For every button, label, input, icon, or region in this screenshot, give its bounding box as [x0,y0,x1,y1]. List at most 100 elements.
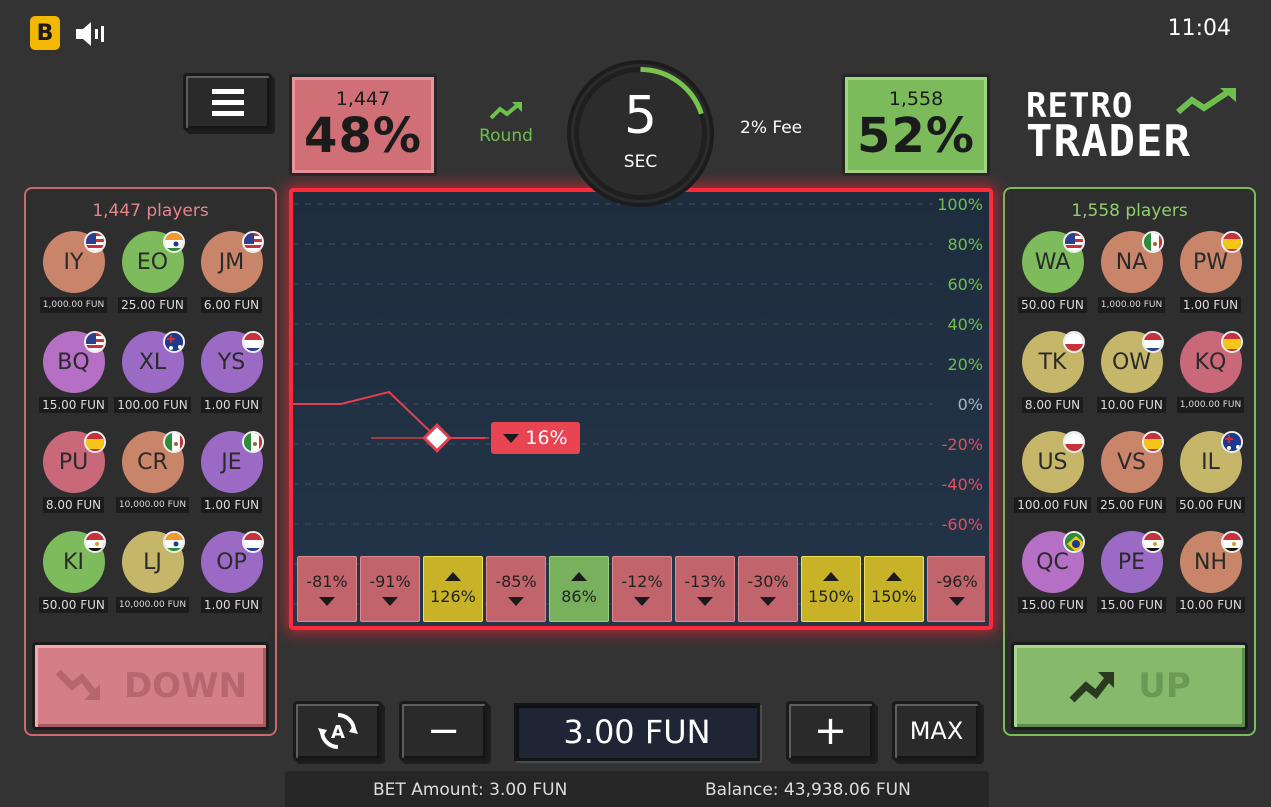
player-bet: 10,000.00 FUN [115,497,190,513]
down-button-label: DOWN [123,666,248,706]
up-button-label: UP [1138,666,1191,706]
round-history: -81% -91% 126% -85% 86% -12% -13% -30% 150% 150% -… [297,556,985,622]
down-players-grid: IY 1,000.00 FUN EO 25.00 FUN JM 6.00 FUN BQ 15.… [34,231,271,631]
history-value: -13% [684,572,726,591]
player-bet: 50.00 FUN [1176,497,1245,513]
player-bet: 15.00 FUN [1018,597,1087,613]
down-player: LJ 10,000.00 FUN [113,531,192,631]
player-bet: 8.00 FUN [1021,397,1084,413]
history-item: 126% [423,556,483,622]
arrow-up-icon [886,572,902,581]
history-value: -96% [936,572,978,591]
player-bet: 1.00 FUN [1179,297,1242,313]
player-bet: 15.00 FUN [39,397,108,413]
country-flag-icon [1142,331,1164,353]
arrow-down-icon [760,597,776,606]
history-value: 126% [430,587,476,606]
arrow-down-icon [634,597,650,606]
country-flag-icon [163,331,185,353]
up-player: PE 15.00 FUN [1092,531,1171,631]
history-item: -96% [927,556,985,622]
country-flag-icon [1142,431,1164,453]
down-player: EO 25.00 FUN [113,231,192,331]
up-player: OW 10.00 FUN [1092,331,1171,431]
footer-bar: BET Amount: 3.00 FUN Balance: 43,938.06 … [285,771,989,807]
trend-down-icon [55,669,100,700]
player-bet: 1,000.00 FUN [1176,397,1245,413]
decrease-bet-button[interactable]: − [399,701,488,761]
round-indicator: Round [470,100,542,146]
player-bet: 100.00 FUN [1014,497,1091,513]
autoplay-icon: A [317,713,358,749]
down-player: XL 100.00 FUN [113,331,192,431]
sound-icon[interactable] [74,20,110,48]
country-flag-icon [84,531,106,553]
player-bet: 1.00 FUN [200,597,263,613]
history-item: -85% [486,556,546,622]
history-item: -30% [738,556,798,622]
round-timer: 5 SEC [567,60,714,207]
down-player: IY 1,000.00 FUN [34,231,113,331]
up-player: QC 15.00 FUN [1013,531,1092,631]
history-item: 86% [549,556,609,622]
country-flag-icon [1063,431,1085,453]
player-bet: 1.00 FUN [200,497,263,513]
player-bet: 10.00 FUN [1176,597,1245,613]
up-count: 1,558 [888,88,944,110]
y-tick-label: 40% [947,315,983,334]
history-item: -12% [612,556,672,622]
clock: 11:04 [1167,16,1231,41]
down-player: OP 1.00 FUN [192,531,271,631]
history-value: 150% [808,587,854,606]
y-tick-label: 80% [947,235,983,254]
player-bet: 25.00 FUN [1097,497,1166,513]
country-flag-icon [1063,331,1085,353]
country-flag-icon [242,431,264,453]
player-bet: 10.00 FUN [1097,397,1166,413]
arrow-down-icon [503,433,520,443]
y-tick-label: -40% [942,475,983,494]
brand-logo: B [30,16,60,50]
round-label: Round [479,126,533,146]
arrow-down-icon [382,597,398,606]
player-bet: 15.00 FUN [1097,597,1166,613]
down-button[interactable]: DOWN [32,642,269,730]
bet-amount-field[interactable]: 3.00 FUN [514,703,760,761]
up-player: PW 1.00 FUN [1171,231,1250,331]
player-bet: 10,000.00 FUN [115,597,190,613]
country-flag-icon [163,431,185,453]
country-flag-icon [1142,531,1164,553]
up-player: VS 25.00 FUN [1092,431,1171,531]
menu-icon-bar [211,99,244,105]
down-player: YS 1.00 FUN [192,331,271,431]
history-item: 150% [864,556,924,622]
country-flag-icon [242,331,264,353]
svg-text:A: A [331,722,345,743]
up-players-grid: WA 50.00 FUN NA 1,000.00 FUN PW 1.00 FUN TK 8.0… [1013,231,1250,631]
current-change-tag: 16% [491,422,580,454]
player-bet: 25.00 FUN [118,297,187,313]
history-item: -91% [360,556,420,622]
fee-label: 2% Fee [740,118,803,138]
history-value: -85% [495,572,537,591]
up-player: TK 8.00 FUN [1013,331,1092,431]
arrow-down-icon [697,597,713,606]
player-bet: 50.00 FUN [1018,297,1087,313]
player-bet: 6.00 FUN [200,297,263,313]
autoplay-button[interactable]: A [293,701,382,761]
player-bet: 1,000.00 FUN [1097,297,1166,313]
max-bet-button[interactable]: MAX [892,701,981,761]
up-player: KQ 1,000.00 FUN [1171,331,1250,431]
down-player: CR 10,000.00 FUN [113,431,192,531]
price-line [293,390,485,439]
up-players-count: 1,558 players [1071,201,1188,221]
history-value: -12% [621,572,663,591]
menu-button[interactable] [183,73,272,131]
increase-bet-button[interactable]: + [786,701,875,761]
history-item: -81% [297,556,357,622]
timer-value: 5 [623,86,658,146]
history-value: 150% [871,587,917,606]
player-bet: 1,000.00 FUN [39,297,108,313]
up-button[interactable]: UP [1011,642,1248,730]
country-flag-icon [1063,531,1085,553]
